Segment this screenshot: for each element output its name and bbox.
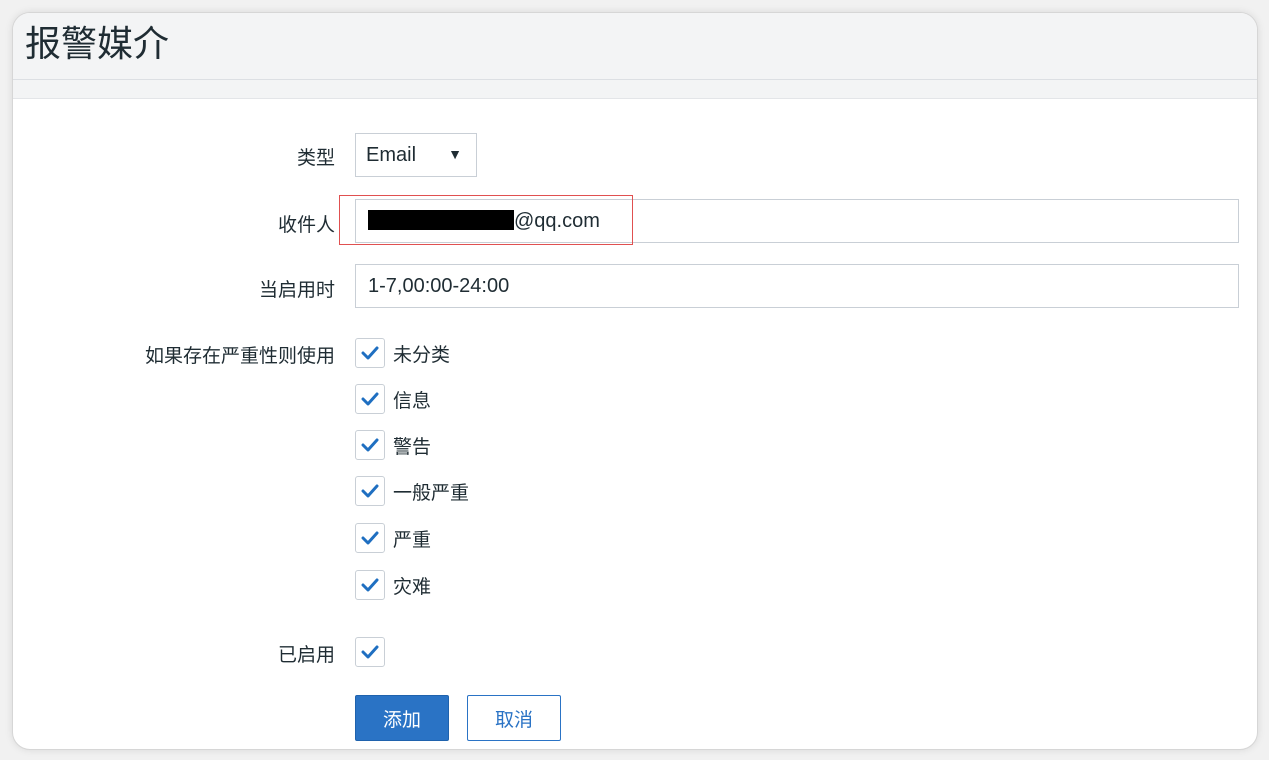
- checkmark-icon: [361, 484, 379, 498]
- severity-option-label: 严重: [393, 528, 432, 551]
- checkmark-icon: [361, 578, 379, 592]
- severity-option-label: 警告: [393, 435, 432, 458]
- severity-option-label: 信息: [393, 389, 432, 412]
- add-button[interactable]: 添加: [355, 695, 449, 741]
- checkmark-icon: [361, 438, 379, 452]
- redaction-block: [368, 210, 514, 230]
- enabled-label: 已启用: [277, 644, 335, 666]
- severity-checkbox[interactable]: [355, 476, 385, 506]
- recipient-label: 收件人: [277, 214, 335, 236]
- severity-option[interactable]: 信息: [355, 382, 431, 416]
- severity-option[interactable]: 灾难: [355, 568, 431, 602]
- dialog-title: 报警媒介: [25, 24, 170, 65]
- severity-option-label: 一般严重: [393, 481, 470, 504]
- severity-checkbox[interactable]: [355, 570, 385, 600]
- enabled-checkbox[interactable]: [355, 637, 385, 667]
- media-dialog: 报警媒介 类型 Email ▼ 收件人 @qq.com 当启用时 1-7,00:…: [12, 12, 1258, 750]
- severity-option-label: 未分类: [393, 343, 451, 366]
- severity-checkbox[interactable]: [355, 384, 385, 414]
- severity-option[interactable]: 未分类: [355, 336, 450, 370]
- active-time-input[interactable]: 1-7,00:00-24:00: [355, 264, 1239, 308]
- cancel-button[interactable]: 取消: [467, 695, 561, 741]
- severity-checkbox[interactable]: [355, 430, 385, 460]
- severity-option-label: 灾难: [393, 575, 432, 598]
- chevron-down-icon: ▼: [448, 146, 462, 162]
- severity-option[interactable]: 一般严重: [355, 474, 469, 508]
- checkmark-icon: [361, 531, 379, 545]
- checkmark-icon: [361, 392, 379, 406]
- recipient-value-suffix: @qq.com: [514, 210, 600, 232]
- severity-label: 如果存在严重性则使用: [144, 345, 335, 367]
- dialog-header: 报警媒介: [13, 13, 1257, 80]
- recipient-input[interactable]: @qq.com: [355, 199, 1239, 243]
- type-label: 类型: [296, 147, 335, 169]
- checkmark-icon: [361, 645, 379, 659]
- severity-option[interactable]: 警告: [355, 428, 431, 462]
- severity-checkbox[interactable]: [355, 338, 385, 368]
- active-time-label: 当启用时: [258, 279, 335, 301]
- severity-option[interactable]: 严重: [355, 521, 431, 555]
- type-select-value: Email: [366, 143, 417, 166]
- header-divider: [13, 80, 1257, 99]
- type-select[interactable]: Email ▼: [355, 133, 477, 177]
- severity-checkbox[interactable]: [355, 523, 385, 553]
- checkmark-icon: [361, 346, 379, 360]
- enabled-option[interactable]: [355, 635, 385, 669]
